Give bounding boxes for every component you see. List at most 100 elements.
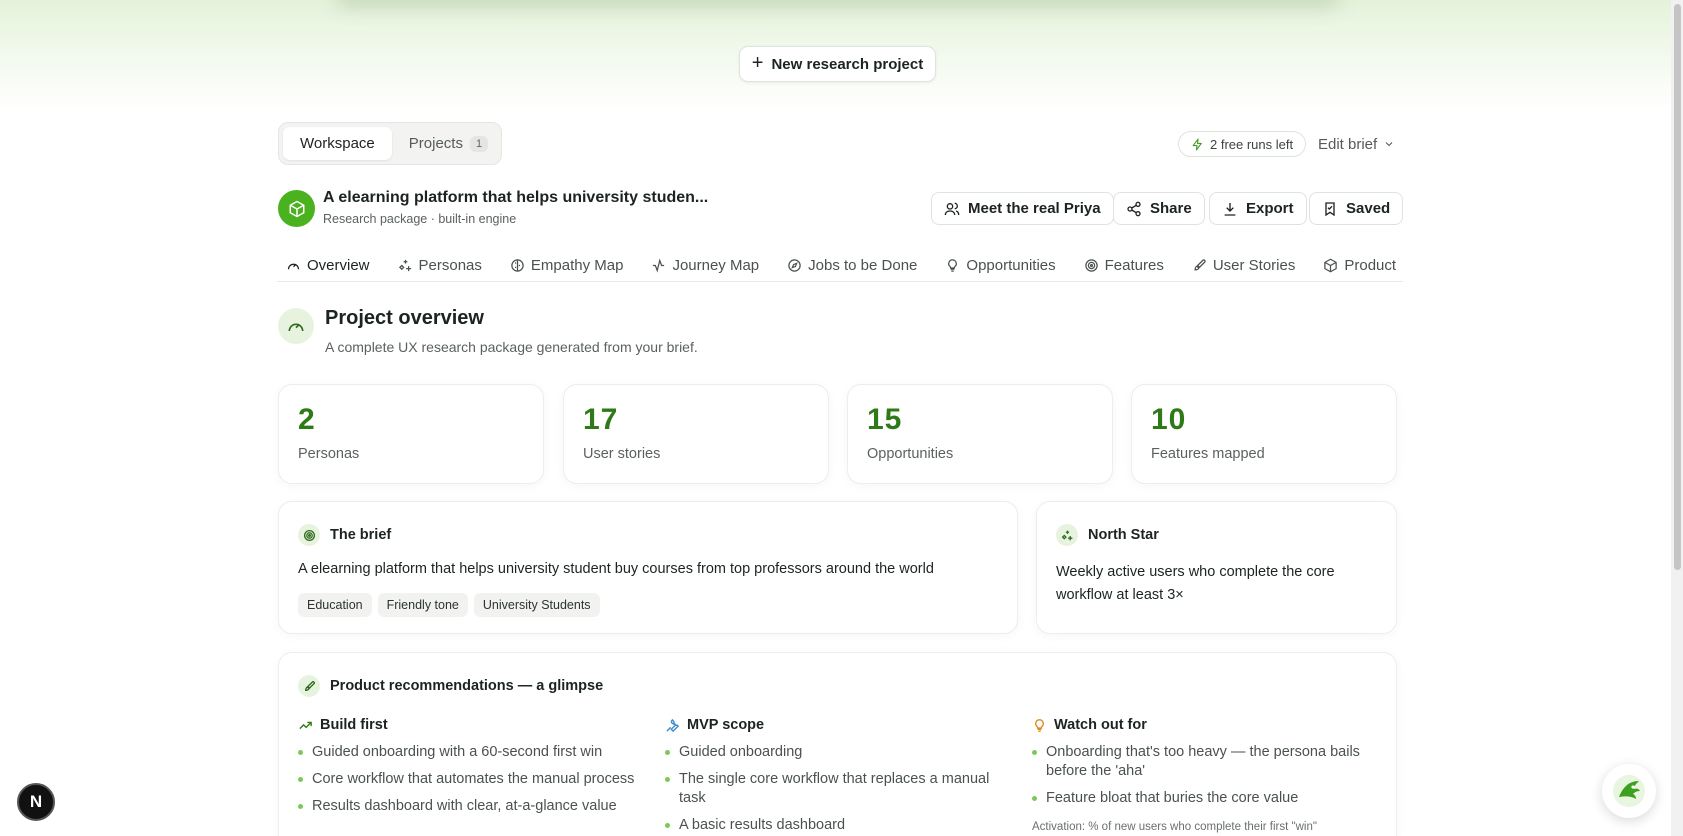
workspace-tab[interactable]: Workspace xyxy=(283,127,392,160)
stat-value: 10 xyxy=(1151,403,1187,436)
brief-tags: Education Friendly tone University Stude… xyxy=(298,593,600,617)
north-star-card: North Star Weekly active users who compl… xyxy=(1036,501,1397,634)
gauge-icon xyxy=(288,323,304,332)
north-star-text: Weekly active users who complete the cor… xyxy=(1056,564,1335,603)
projects-tab-label: Projects xyxy=(408,135,463,152)
free-runs-badge: 2 free runs left xyxy=(1178,131,1307,157)
meet-persona-button[interactable]: Meet the real Priya xyxy=(931,192,1114,225)
stat-label: Opportunities xyxy=(867,446,954,462)
share-label: Share xyxy=(1150,200,1192,217)
projects-tab[interactable]: Projects 1 xyxy=(392,127,505,160)
tab-label: Journey Map xyxy=(672,256,760,274)
tab-features[interactable]: Features xyxy=(1075,248,1173,281)
brief-heading-label: The brief xyxy=(330,527,392,543)
mvp-scope-column: MVP scope Guided onboarding The single c… xyxy=(665,714,1005,836)
tab-product[interactable]: Product xyxy=(1314,248,1403,281)
project-icon xyxy=(278,190,315,227)
stat-label: Personas xyxy=(298,446,360,462)
gauge-icon xyxy=(287,263,300,269)
tab-journey-map[interactable]: Journey Map xyxy=(642,248,768,281)
build-first-heading: Build first xyxy=(298,714,638,736)
tab-opportunities[interactable]: Opportunities xyxy=(936,248,1064,281)
dev-tools-badge[interactable]: N xyxy=(17,783,55,821)
tab-label: Personas xyxy=(418,256,482,274)
sparkles-icon xyxy=(1056,524,1078,546)
tab-overview[interactable]: Overview xyxy=(277,248,379,281)
free-runs-label: 2 free runs left xyxy=(1210,136,1294,152)
chevron-down-icon xyxy=(1385,142,1393,147)
dragon-logo-icon xyxy=(1613,775,1645,807)
stat-card-features: 10 Features mapped xyxy=(1131,384,1397,484)
page-title: Project overview xyxy=(325,307,484,329)
saved-button[interactable]: Saved xyxy=(1309,192,1404,225)
project-subtitle: Research package · built-in engine xyxy=(323,212,517,226)
share-button[interactable]: Share xyxy=(1113,192,1205,225)
download-icon xyxy=(1224,202,1236,216)
new-research-project-button[interactable]: + New research project xyxy=(739,46,936,82)
assistant-button[interactable] xyxy=(1602,764,1656,818)
target-icon xyxy=(1084,258,1098,272)
meet-persona-label: Meet the real Priya xyxy=(968,200,1101,217)
trending-up-icon xyxy=(299,721,312,729)
export-label: Export xyxy=(1246,200,1294,217)
tab-empathy-map[interactable]: Empathy Map xyxy=(501,248,633,281)
compass-icon xyxy=(788,258,801,272)
mvp-scope-heading: MVP scope xyxy=(665,714,1005,736)
stat-value: 15 xyxy=(867,403,903,436)
stat-card-personas: 2 Personas xyxy=(278,384,544,484)
projects-count-badge: 1 xyxy=(469,135,489,152)
saved-label: Saved xyxy=(1346,200,1391,217)
build-first-column: Build first Guided onboarding with a 60-… xyxy=(298,714,638,824)
recommendations-heading-label: Product recommendations — a glimpse xyxy=(330,678,604,694)
overview-icon xyxy=(278,308,314,344)
bookmark-icon xyxy=(1325,201,1335,216)
tab-label: Overview xyxy=(307,256,370,274)
scrollbar-thumb[interactable] xyxy=(1674,4,1681,570)
rocket-icon xyxy=(298,675,320,697)
list-item: Results dashboard with clear, at-a-glanc… xyxy=(298,797,638,816)
page-description: A complete UX research package generated… xyxy=(325,339,698,355)
project-title: A elearning platform that helps universi… xyxy=(323,189,709,206)
activity-icon xyxy=(653,257,665,273)
tab-personas[interactable]: Personas xyxy=(389,248,491,281)
tag-chip: University Students xyxy=(473,593,600,617)
badge-letter: N xyxy=(29,792,43,811)
build-first-label: Build first xyxy=(320,717,388,733)
tab-user-stories[interactable]: User Stories xyxy=(1183,248,1305,281)
list-item: Onboarding that's too heavy — the person… xyxy=(1032,743,1372,781)
stat-value: 17 xyxy=(583,403,619,436)
share-icon xyxy=(1127,201,1141,216)
stat-label: User stories xyxy=(583,446,661,462)
stat-value: 2 xyxy=(298,403,316,436)
north-star-heading: North Star xyxy=(1056,524,1159,546)
tab-label: Jobs to be Done xyxy=(808,256,918,274)
stat-card-opportunities: 15 Opportunities xyxy=(847,384,1113,484)
brief-heading: The brief xyxy=(298,524,391,546)
export-button[interactable]: Export xyxy=(1209,192,1307,225)
north-star-heading-label: North Star xyxy=(1088,527,1159,543)
recommendations-card: Product recommendations — a glimpse Buil… xyxy=(278,652,1397,836)
tab-label: Opportunities xyxy=(966,256,1056,274)
new-project-label: New research project xyxy=(771,55,924,73)
tab-label: Empathy Map xyxy=(530,256,624,274)
zap-icon xyxy=(1192,138,1202,150)
brief-text: A elearning platform that helps universi… xyxy=(298,561,934,577)
tab-label: Features xyxy=(1104,256,1164,274)
list-item: Guided onboarding xyxy=(665,743,1005,762)
tab-label: Product xyxy=(1344,256,1397,274)
package-icon xyxy=(1324,258,1338,272)
stat-label: Features mapped xyxy=(1151,446,1265,462)
list-item: Guided onboarding with a 60-second first… xyxy=(298,743,638,762)
edit-brief-dropdown[interactable]: Edit brief xyxy=(1318,133,1395,155)
brain-icon xyxy=(511,258,524,272)
tag-chip: Friendly tone xyxy=(377,593,468,617)
package-icon xyxy=(289,200,304,217)
scrollbar[interactable] xyxy=(1671,0,1683,836)
lightbulb-icon xyxy=(948,258,958,272)
users-icon xyxy=(944,202,960,215)
list-item: A basic results dashboard xyxy=(665,816,1005,835)
tab-jobs-to-be-done[interactable]: Jobs to be Done xyxy=(778,248,926,281)
tag-chip: Education xyxy=(298,593,372,617)
plus-icon: + xyxy=(751,52,764,74)
activation-metric: Activation: % of new users who complete … xyxy=(1032,821,1317,833)
